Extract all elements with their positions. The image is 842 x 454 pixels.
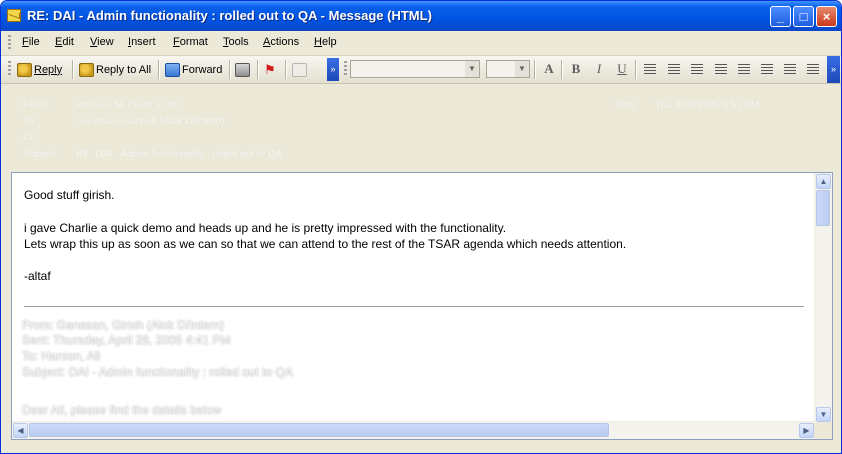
reply-label: Reply [34, 63, 63, 76]
envelope-icon [7, 9, 21, 22]
quoted-from: From: Ganesan, Girish (Alok D/Intern) [22, 318, 225, 332]
reply-icon [17, 62, 32, 77]
message-header: From: Haroon, Ali (Sent: Cuts) Sent: Thu… [1, 84, 841, 170]
title-bar[interactable]: RE: DAI - Admin functionality : rolled o… [1, 1, 841, 31]
body-line: Good stuff girish. [24, 188, 115, 202]
forward-icon [165, 62, 180, 77]
print-icon [235, 62, 250, 77]
toolbar-separator [72, 60, 74, 79]
sent-label: Sent: [615, 100, 639, 111]
subject-label: Subject: [23, 149, 60, 160]
from-label: From: [23, 100, 50, 111]
quoted-text: Dear Ali, please find the details below [22, 403, 222, 417]
bold-button[interactable]: B [567, 60, 585, 78]
reply-all-label: Reply to All [96, 63, 152, 76]
toolbar-separator [561, 60, 563, 79]
document-icon [292, 62, 307, 77]
toolbar-separator [229, 60, 231, 79]
toolbar-grip-icon[interactable] [8, 61, 11, 77]
menu-help[interactable]: Help [314, 36, 337, 48]
scroll-left-icon[interactable]: ◀ [13, 423, 28, 438]
menu-view[interactable]: View [90, 36, 114, 48]
from-value[interactable]: Haroon, Ali (Sent: Cuts) [76, 100, 181, 111]
numbering-icon[interactable] [738, 64, 750, 74]
font-name-select[interactable]: ▼ [350, 60, 480, 78]
align-center-icon[interactable] [668, 64, 680, 74]
align-left-icon[interactable] [644, 64, 656, 74]
scroll-right-icon[interactable]: ▶ [799, 423, 814, 438]
horizontal-scrollbar[interactable]: ◀ ▶ [12, 421, 815, 439]
flag-icon: ⚑ [264, 61, 276, 77]
toolbar: Reply Reply to All Forward ⚑ » ▼ ▼ A B I… [1, 56, 841, 84]
menu-tools[interactable]: Tools [223, 36, 249, 48]
cc-label: Cc: [23, 132, 38, 143]
font-size-select[interactable]: ▼ [486, 60, 530, 78]
divider [24, 306, 804, 307]
menu-bar: File Edit View Insert Format Tools Actio… [1, 31, 841, 56]
signature: -altaf [24, 269, 51, 283]
toolbar-separator [285, 60, 287, 79]
message-window: RE: DAI - Admin functionality : rolled o… [0, 0, 842, 454]
menu-format[interactable]: Format [173, 36, 208, 48]
font-color-icon[interactable]: A [540, 60, 558, 78]
toolbar-separator [534, 60, 536, 79]
menu-actions[interactable]: Actions [263, 36, 299, 48]
to-label: To: [23, 116, 37, 127]
vertical-scrollbar[interactable]: ▲ ▼ [814, 173, 832, 423]
chevron-down-icon: ▼ [465, 61, 479, 77]
to-value[interactable]: Ganesan, Ganesh (Alok D/Intern) [76, 116, 224, 127]
print-button[interactable] [235, 59, 250, 80]
increase-indent-icon[interactable] [784, 64, 796, 74]
reply-button[interactable]: Reply [17, 59, 62, 80]
menu-grip-icon[interactable] [8, 35, 11, 51]
toolbar-overflow-icon[interactable]: » [327, 58, 339, 81]
options-button[interactable] [292, 59, 307, 80]
format-toolbar-grip-icon[interactable] [344, 61, 347, 77]
bullets-icon[interactable] [715, 64, 727, 74]
underline-button[interactable]: U [613, 60, 631, 78]
minimize-button[interactable]: _ [770, 6, 791, 27]
quoted-to: To: Haroon, Ali [22, 349, 101, 363]
quoted-subject: Subject: DAI - Admin functionality : rol… [22, 365, 293, 379]
scroll-down-icon[interactable]: ▼ [816, 407, 831, 422]
menu-edit[interactable]: Edit [55, 36, 74, 48]
maximize-button[interactable]: □ [793, 6, 814, 27]
close-button[interactable]: × [816, 6, 837, 27]
follow-up-button[interactable]: ⚑ [264, 59, 276, 80]
forward-button[interactable]: Forward [165, 59, 222, 80]
forward-label: Forward [182, 63, 223, 76]
body-line: Lets wrap this up as soon as we can so t… [24, 237, 627, 251]
menu-file[interactable]: File [22, 36, 40, 48]
horizontal-scroll-thumb[interactable] [29, 423, 609, 437]
toolbar-separator [635, 60, 637, 79]
scroll-up-icon[interactable]: ▲ [816, 174, 831, 189]
italic-button[interactable]: I [590, 60, 608, 78]
window-title: RE: DAI - Admin functionality : rolled o… [27, 8, 432, 23]
reply-all-icon [79, 62, 94, 77]
decrease-indent-icon[interactable] [761, 64, 773, 74]
reply-all-button[interactable]: Reply to All [79, 59, 151, 80]
subject-value: RE: DAI - Admin functionality : rolled o… [76, 149, 283, 160]
chevron-down-icon: ▼ [515, 61, 529, 77]
scrollbar-corner [814, 422, 832, 439]
menu-insert[interactable]: Insert [128, 36, 156, 48]
toolbar-separator [257, 60, 259, 79]
quoted-sent: Sent: Thursday, April 28, 2005 4:41 PM [22, 333, 231, 347]
align-right-icon[interactable] [691, 64, 703, 74]
message-body[interactable]: Good stuff girish. i gave Charlie a quic… [11, 172, 833, 440]
format-toolbar-overflow-icon[interactable]: » [827, 56, 840, 83]
justify-icon[interactable] [807, 64, 819, 74]
vertical-scroll-thumb[interactable] [816, 190, 830, 226]
body-line: i gave Charlie a quick demo and heads up… [24, 221, 507, 235]
sent-value: Thu 4/28/2005 4:51 PM [655, 100, 760, 111]
toolbar-separator [158, 60, 160, 79]
